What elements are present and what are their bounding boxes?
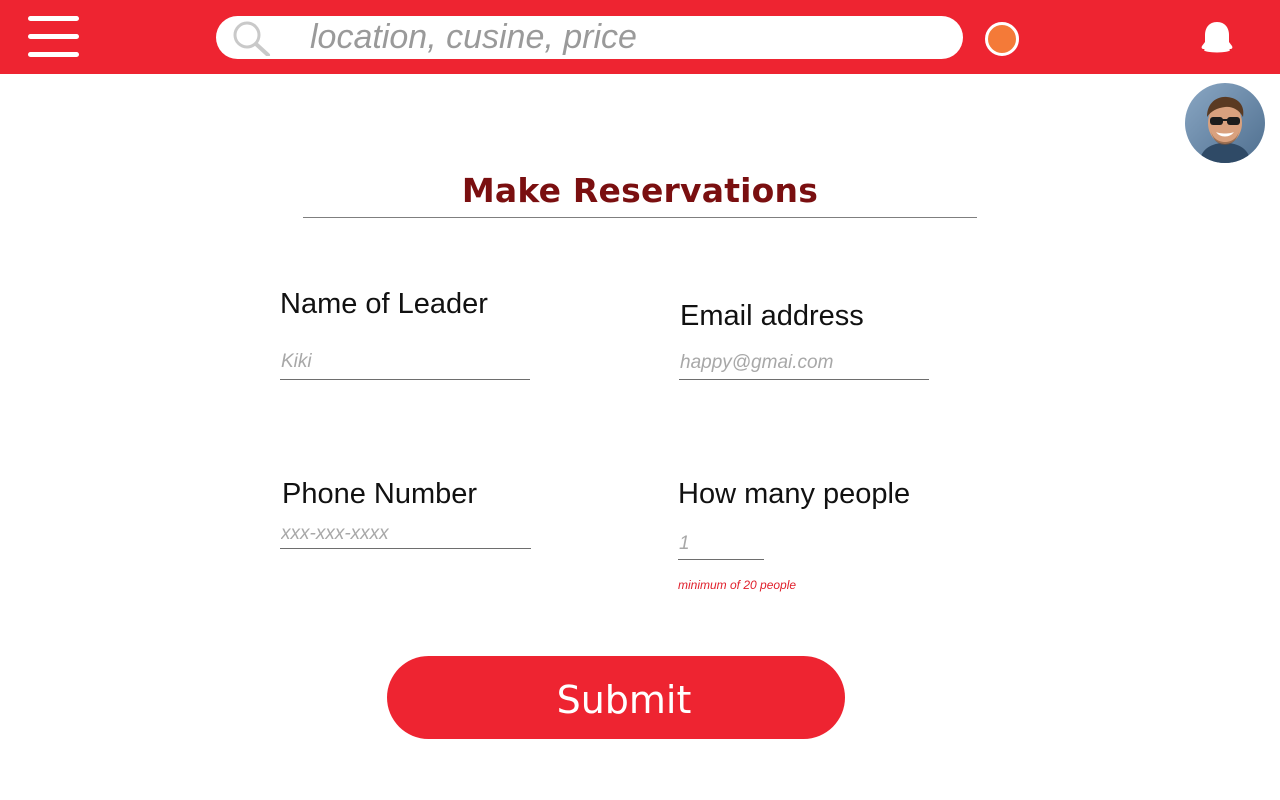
search-icon [233,21,270,56]
search-input[interactable] [310,16,930,59]
submit-button-label: Submit [556,677,692,722]
phone-input[interactable] [280,522,531,549]
submit-button[interactable]: Submit [387,656,845,739]
email-input[interactable] [679,349,929,380]
reservation-page: Make Reservations Name of Leader Email a… [0,0,1280,800]
email-label: Email address [680,300,864,332]
bell-icon[interactable] [1200,19,1234,55]
phone-label: Phone Number [282,478,478,510]
page-title: Make Reservations [461,171,819,210]
title-divider [303,217,977,218]
search-bar[interactable] [216,16,963,59]
people-count-input[interactable] [678,530,764,560]
leader-name-label: Name of Leader [280,288,488,320]
hamburger-menu-icon[interactable] [28,14,80,60]
top-nav-bar [0,0,1280,74]
status-dot [985,22,1019,56]
avatar[interactable] [1185,83,1265,163]
people-count-hint: minimum of 20 people [678,578,797,592]
people-count-label: How many people [678,478,911,510]
leader-name-input[interactable] [280,346,530,380]
avatar-photo [1185,83,1265,163]
